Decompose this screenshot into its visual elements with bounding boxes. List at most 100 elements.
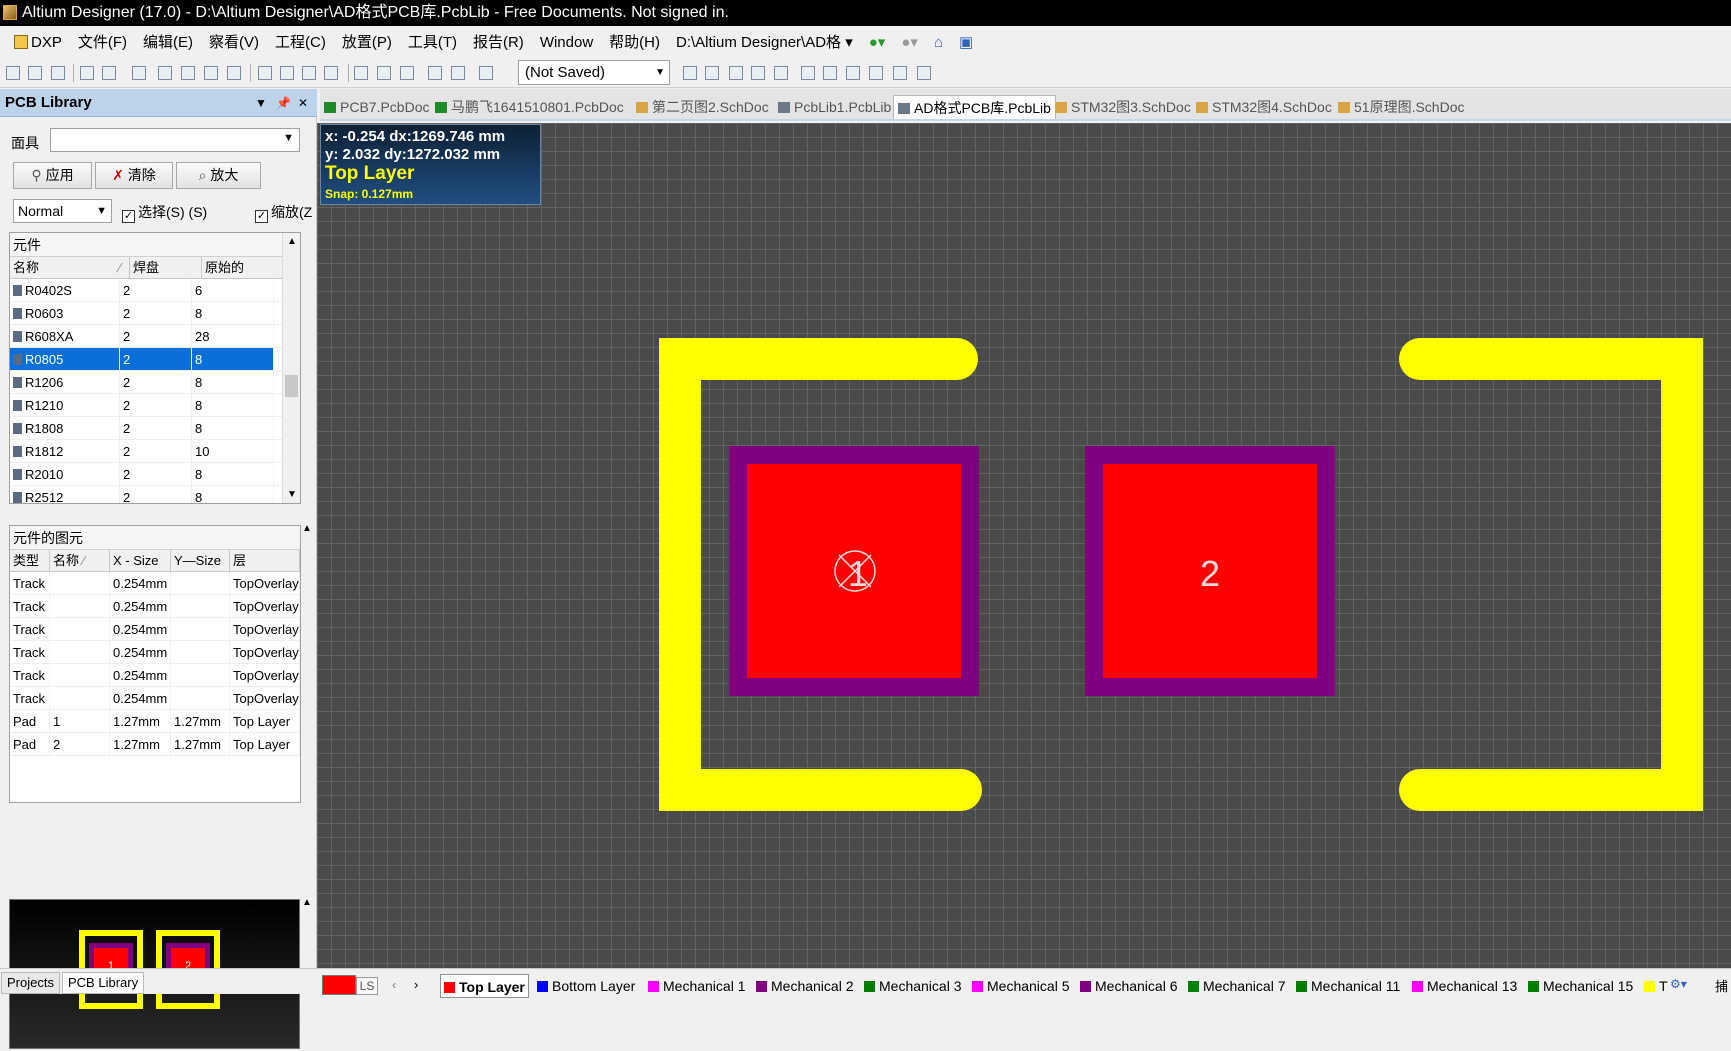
select-checkbox[interactable]: ✓ 选择(S) (S) bbox=[122, 202, 207, 223]
tab-projects[interactable]: Projects bbox=[1, 972, 60, 994]
menu-dxp[interactable]: DXP bbox=[6, 28, 70, 58]
layer-tab-mech1[interactable]: Mechanical 1 bbox=[648, 974, 746, 998]
mask-input[interactable]: ▼ bbox=[50, 128, 300, 152]
zoom-fit-icon[interactable] bbox=[227, 66, 241, 80]
place-coordinate-icon[interactable] bbox=[774, 66, 788, 80]
layer-tab-mech2[interactable]: Mechanical 2 bbox=[756, 974, 854, 998]
close-icon[interactable]: ✕ bbox=[298, 89, 308, 117]
splitter-up-icon[interactable]: ▲ bbox=[302, 897, 312, 908]
print-preview-icon[interactable] bbox=[102, 66, 116, 80]
zoom-checkbox[interactable]: ✓ 缩放(Z bbox=[255, 202, 312, 223]
redo-icon[interactable] bbox=[451, 66, 465, 80]
column-header-name[interactable]: 名称 ⁄ bbox=[50, 550, 110, 571]
scroll-left-icon[interactable]: ‹ bbox=[392, 977, 396, 992]
board-icon[interactable] bbox=[132, 66, 146, 80]
layer-tab-mech7[interactable]: Mechanical 7 bbox=[1188, 974, 1286, 998]
doc-tab-51[interactable]: 51原理图.SchDoc bbox=[1338, 95, 1464, 119]
doc-tab-ad-pcblib[interactable]: AD格式PCB库.PcbLib bbox=[893, 95, 1056, 119]
arc-any-icon[interactable] bbox=[846, 66, 860, 80]
paste-icon[interactable] bbox=[302, 66, 316, 80]
rubber-stamp-icon[interactable] bbox=[324, 66, 338, 80]
column-header-primitives[interactable]: 原始的 bbox=[202, 257, 284, 278]
place-line-icon[interactable] bbox=[683, 66, 697, 80]
menu-help[interactable]: 帮助(H) bbox=[601, 28, 668, 58]
zoom-area-icon[interactable] bbox=[204, 66, 218, 80]
layer-tab-mech15[interactable]: Mechanical 15 bbox=[1528, 974, 1633, 998]
mode-select[interactable]: Normal ▼ bbox=[13, 199, 112, 223]
panel-menu-icon[interactable]: ▼ bbox=[255, 89, 267, 117]
save-icon[interactable] bbox=[51, 66, 65, 80]
table-row[interactable]: Track 0.254mm TopOverlay bbox=[10, 618, 300, 641]
place-string-icon[interactable] bbox=[751, 66, 765, 80]
column-header-pads[interactable]: 焊盘 bbox=[130, 257, 202, 278]
layer-tab-mech3[interactable]: Mechanical 3 bbox=[864, 974, 962, 998]
doc-tab-sch2[interactable]: 第二页图2.SchDoc bbox=[636, 95, 769, 119]
column-header-layer[interactable]: 层 bbox=[230, 550, 300, 571]
scroll-down-icon[interactable]: ▼ bbox=[287, 489, 297, 500]
snap-options-label[interactable]: 捕 bbox=[1715, 976, 1728, 995]
menu-reports[interactable]: 报告(R) bbox=[465, 28, 532, 58]
overlay-track-right[interactable] bbox=[1399, 338, 1703, 811]
forward-icon[interactable]: ●▾ bbox=[893, 28, 926, 58]
table-row[interactable]: Track 0.254mm TopOverlay bbox=[10, 664, 300, 687]
doc-tab-pcblib1[interactable]: PcbLib1.PcbLib bbox=[778, 95, 891, 119]
open-icon[interactable] bbox=[28, 66, 42, 80]
arc-edge-icon[interactable] bbox=[823, 66, 837, 80]
clear-button[interactable]: ✗ 清除 bbox=[95, 162, 173, 189]
place-pad-icon[interactable] bbox=[705, 66, 719, 80]
print-icon[interactable] bbox=[80, 66, 94, 80]
copy-icon[interactable] bbox=[280, 66, 294, 80]
nav-icon[interactable]: ▣ bbox=[951, 28, 981, 58]
apply-button[interactable]: ⚲ 应用 bbox=[13, 162, 92, 189]
full-circle-icon[interactable] bbox=[869, 66, 883, 80]
place-via-icon[interactable] bbox=[729, 66, 743, 80]
column-header-x-size[interactable]: X - Size bbox=[110, 550, 171, 571]
zoom-out-icon[interactable] bbox=[181, 66, 195, 80]
table-row[interactable]: R1206 2 8 bbox=[10, 371, 284, 394]
zoom-in-icon[interactable] bbox=[158, 66, 172, 80]
current-layer-swatch[interactable] bbox=[322, 975, 356, 995]
home-icon[interactable]: ⌂ bbox=[926, 28, 951, 58]
path-combo[interactable]: D:\Altium Designer\AD格 ▾ bbox=[668, 28, 861, 58]
column-header-y-size[interactable]: Y—Size bbox=[171, 550, 230, 571]
menu-project[interactable]: 工程(C) bbox=[267, 28, 334, 58]
table-row[interactable]: R0402S 2 6 bbox=[10, 279, 284, 302]
move-icon[interactable] bbox=[377, 66, 391, 80]
table-row[interactable]: Track 0.254mm TopOverlay bbox=[10, 641, 300, 664]
doc-tab-stm32-3[interactable]: STM32图3.SchDoc bbox=[1055, 95, 1191, 119]
menu-window[interactable]: Window bbox=[532, 28, 601, 58]
fill-icon[interactable] bbox=[893, 66, 907, 80]
layer-tab-overlay[interactable]: T bbox=[1644, 974, 1668, 998]
layer-tab-mech6[interactable]: Mechanical 6 bbox=[1080, 974, 1178, 998]
column-header-name[interactable]: 名称 ⁄ bbox=[10, 257, 130, 278]
table-row[interactable]: R1812 2 10 bbox=[10, 440, 284, 463]
new-icon[interactable] bbox=[6, 66, 20, 80]
table-row[interactable]: R608XA 2 28 bbox=[10, 325, 284, 348]
table-row[interactable]: Pad 2 1.27mm 1.27mm Top Layer bbox=[10, 733, 300, 756]
tab-pcb-library[interactable]: PCB Library bbox=[62, 972, 145, 994]
scroll-thumb[interactable] bbox=[285, 375, 298, 397]
table-row[interactable]: R2512 2 8 bbox=[10, 486, 284, 503]
select-area-icon[interactable] bbox=[354, 66, 368, 80]
table-row[interactable]: Track 0.254mm TopOverlay bbox=[10, 687, 300, 710]
back-icon[interactable]: ●▾ bbox=[861, 28, 894, 58]
undo-icon[interactable] bbox=[428, 66, 442, 80]
menu-tools[interactable]: 工具(T) bbox=[400, 28, 465, 58]
scroll-up-icon[interactable]: ▲ bbox=[287, 236, 297, 247]
doc-tab-stm32-4[interactable]: STM32图4.SchDoc bbox=[1196, 95, 1332, 119]
layer-tab-mech11[interactable]: Mechanical 11 bbox=[1296, 974, 1400, 998]
zoom-button[interactable]: ⌕ 放大 bbox=[176, 162, 261, 189]
table-row[interactable]: Track 0.254mm TopOverlay bbox=[10, 572, 300, 595]
doc-tab-pcb7[interactable]: PCB7.PcbDoc bbox=[324, 95, 429, 119]
table-row[interactable]: Pad 1 1.27mm 1.27mm Top Layer bbox=[10, 710, 300, 733]
column-header-type[interactable]: 类型 bbox=[10, 550, 50, 571]
layer-tab-bottom[interactable]: Bottom Layer bbox=[537, 974, 635, 998]
components-scrollbar[interactable]: ▲ ▼ bbox=[282, 233, 300, 503]
deselect-icon[interactable] bbox=[400, 66, 414, 80]
pcb-canvas[interactable]: 1 2 bbox=[317, 123, 1731, 968]
scroll-right-icon[interactable]: › bbox=[414, 977, 418, 992]
menu-view[interactable]: 察看(V) bbox=[201, 28, 267, 58]
arc-center-icon[interactable] bbox=[801, 66, 815, 80]
layer-tab-mech13[interactable]: Mechanical 13 bbox=[1412, 974, 1517, 998]
save-state-select[interactable]: (Not Saved) ▼ bbox=[518, 60, 670, 85]
